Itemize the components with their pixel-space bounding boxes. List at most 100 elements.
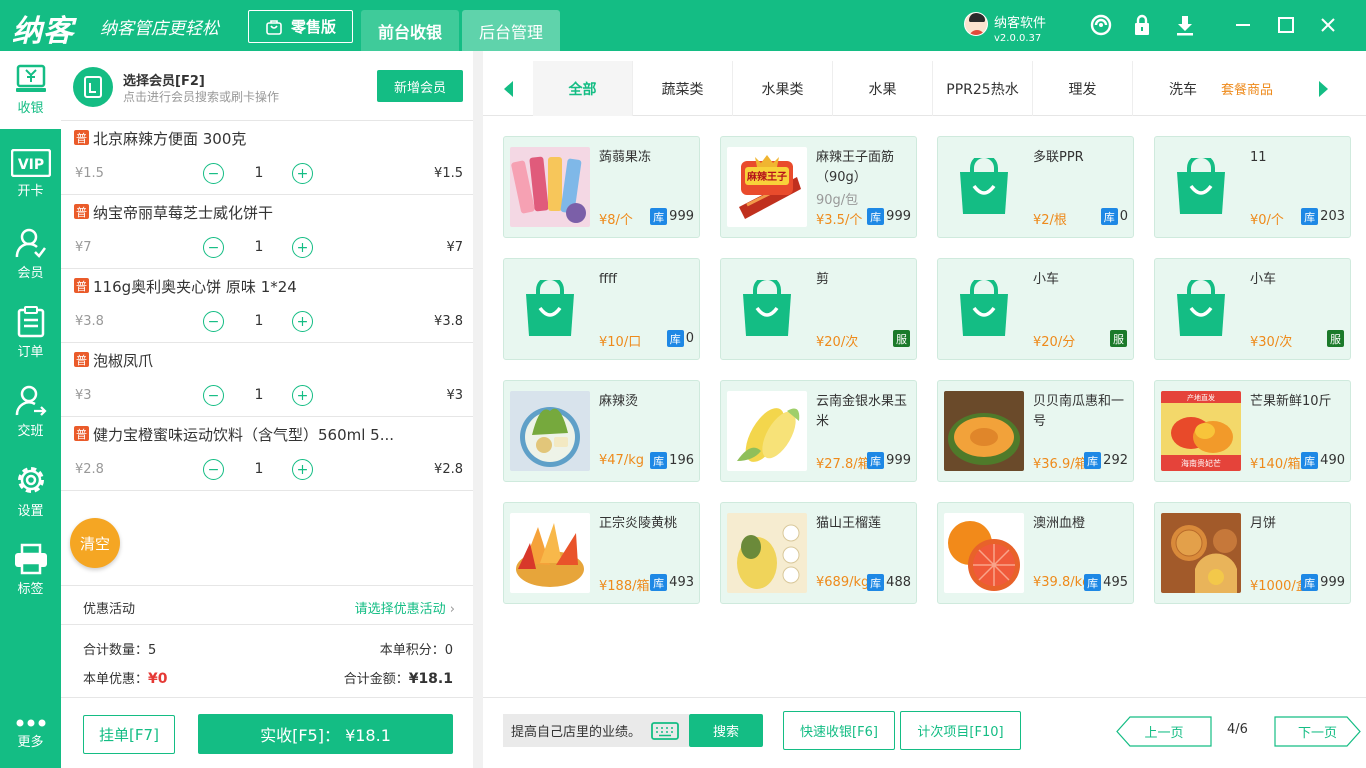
tab-front-cashier[interactable]: 前台收银 xyxy=(361,10,459,51)
download-icon[interactable] xyxy=(1172,12,1198,38)
category-tab[interactable]: PPR25热水 xyxy=(933,61,1033,116)
qty-plus-button[interactable]: + xyxy=(292,163,313,184)
promo-row[interactable]: 优惠活动 请选择优惠活动 › xyxy=(61,585,473,625)
sidebar-item-order[interactable]: 订单 xyxy=(0,294,61,372)
cart-item-qty[interactable]: 1 xyxy=(247,165,271,181)
product-name: 正宗炎陵黄桃 xyxy=(599,516,678,531)
maximize-icon[interactable] xyxy=(1273,12,1299,38)
sidebar-item-opencard[interactable]: VIP 开卡 xyxy=(0,135,61,213)
product-card[interactable]: 蒟蒻果冻 ¥8/个库 999 xyxy=(503,136,700,238)
sidebar-item-shift[interactable]: 交班 xyxy=(0,373,61,451)
product-image xyxy=(944,513,1024,593)
product-card[interactable]: 11 ¥0/个库 203 xyxy=(1154,136,1351,238)
product-stock: 库 495 xyxy=(1084,574,1128,591)
tab-back-office[interactable]: 后台管理 xyxy=(462,10,560,51)
category-tab[interactable]: 洗车 xyxy=(1133,61,1233,116)
qty-minus-button[interactable]: − xyxy=(203,237,224,258)
cart-item[interactable]: 普纳宝帝丽草莓芝士威化饼干 ¥7 − 1 + ¥7 xyxy=(61,195,473,269)
product-card[interactable]: 麻辣烫 ¥47/kg 库 196 xyxy=(503,380,700,482)
cart-item[interactable]: 普泡椒凤爪 ¥3 − 1 + ¥3 xyxy=(61,343,473,417)
qty-plus-button[interactable]: + xyxy=(292,311,313,332)
member-select[interactable]: 选择会员[F2] 点击进行会员搜索或刷卡操作 新增会员 xyxy=(61,51,473,121)
product-stock: 库 493 xyxy=(650,574,694,591)
product-panel: 全部 蔬菜类 水果类 水果 PPR25热水 理发 洗车 套餐商品 蒟蒻果冻 ¥8/个库 999 麻… xyxy=(483,51,1366,768)
user-info[interactable]: 纳客软件 v2.0.0.37 xyxy=(964,12,1046,44)
sidebar-item-member[interactable]: 会员 xyxy=(0,215,61,293)
category-prev-arrow-icon[interactable] xyxy=(483,61,533,116)
qty-minus-button[interactable]: − xyxy=(203,311,224,332)
category-tab[interactable]: 理发 xyxy=(1033,61,1133,116)
cart-item-qty[interactable]: 1 xyxy=(247,387,271,403)
cart-item-total: ¥7 xyxy=(446,240,463,255)
category-tab[interactable]: 蔬菜类 xyxy=(633,61,733,116)
stock-count: 490 xyxy=(1320,453,1345,468)
category-package[interactable]: 套餐商品 xyxy=(1221,61,1273,116)
product-card[interactable]: 产地直发 海南贵妃芒 芒果新鲜10斤 ¥140/箱库 490 xyxy=(1154,380,1351,482)
sidebar-item-settings[interactable]: 设置 xyxy=(0,452,61,530)
edition-button[interactable]: 零售版 xyxy=(248,10,353,43)
cart-item-qty[interactable]: 1 xyxy=(247,313,271,329)
quick-pay-button[interactable]: 快速收银[F6] xyxy=(783,711,895,750)
sidebar-item-label[interactable]: 标签 xyxy=(0,531,61,609)
product-card[interactable]: 剪 ¥20/次 服 xyxy=(720,258,917,360)
qty-minus-button[interactable]: − xyxy=(203,163,224,184)
minimize-icon[interactable] xyxy=(1230,12,1256,38)
next-page-button[interactable]: 下一页 xyxy=(1274,716,1361,747)
product-card[interactable]: 麻辣王子 麻辣王子面筋（90g） 90g/包 ¥3.5/个库 999 xyxy=(720,136,917,238)
service-badge: 服 xyxy=(1110,330,1127,347)
category-next-arrow-icon[interactable] xyxy=(1299,61,1349,116)
add-member-button[interactable]: 新增会员 xyxy=(377,70,463,102)
cart-item-qty[interactable]: 1 xyxy=(247,461,271,477)
qty-plus-button[interactable]: + xyxy=(292,237,313,258)
qty-plus-button[interactable]: + xyxy=(292,459,313,480)
cart-item[interactable]: 普 116g奥利奥夹心饼 原味 1*24 ¥3.8 − 1 + ¥3.8 xyxy=(61,269,473,343)
order-amount-value: ¥18.1 xyxy=(408,671,453,687)
title-bar: 纳客 纳客管店更轻松 零售版 前台收银 后台管理 纳客软件 v2.0.0.37 xyxy=(0,0,1366,51)
product-card[interactable]: 澳洲血橙 ¥39.8/kg 库 495 xyxy=(937,502,1134,604)
sidebar-item-more[interactable]: 更多 xyxy=(0,699,61,768)
stock-badge: 库 xyxy=(1301,452,1319,469)
svg-text:产地直发: 产地直发 xyxy=(1187,393,1215,402)
product-card[interactable]: 云南金银水果玉米 ¥27.8/箱库 999 xyxy=(720,380,917,482)
product-card[interactable]: 月饼 ¥1000/盒库 999 xyxy=(1154,502,1351,604)
product-card[interactable]: 贝贝南瓜惠和一号 ¥36.9/箱库 292 xyxy=(937,380,1134,482)
prev-page-button[interactable]: 上一页 xyxy=(1116,716,1212,747)
category-tab[interactable]: 水果 xyxy=(833,61,933,116)
keyboard-icon[interactable] xyxy=(651,722,679,740)
stock-badge: 库 xyxy=(666,330,684,347)
stock-badge: 库 xyxy=(650,452,668,469)
promo-select-link[interactable]: 请选择优惠活动 › xyxy=(355,598,455,617)
category-tab[interactable]: 水果类 xyxy=(733,61,833,116)
search-button[interactable]: 搜索 xyxy=(689,714,763,747)
product-card[interactable]: 正宗炎陵黄桃 ¥188/箱库 493 xyxy=(503,502,700,604)
cart-item[interactable]: 普健力宝橙蜜味运动饮料（含气型）560ml 5... ¥2.8 − 1 + ¥2.8 xyxy=(61,417,473,491)
count-items-button[interactable]: 计次项目[F10] xyxy=(900,711,1021,750)
settings-icon xyxy=(17,467,44,493)
sidebar-item-cashier[interactable]: 收银 xyxy=(0,51,61,129)
category-tab[interactable]: 全部 xyxy=(533,61,633,116)
cart-item-qty[interactable]: 1 xyxy=(247,239,271,255)
order-amount: 合计金额：¥18.1 xyxy=(344,668,453,687)
hold-order-button[interactable]: 挂单[F7] xyxy=(83,715,175,754)
close-icon[interactable] xyxy=(1315,12,1341,38)
stock-count: 292 xyxy=(1103,453,1128,468)
product-card[interactable]: 多联PPR ¥2/根 库 0 xyxy=(937,136,1134,238)
pay-button[interactable]: 实收[F5]： ¥18.1 xyxy=(198,714,453,754)
qty-plus-button[interactable]: + xyxy=(292,385,313,406)
product-card[interactable]: ffff ¥10/口 库 0 xyxy=(503,258,700,360)
cart-item-price: ¥3 xyxy=(75,388,92,403)
cart-item-name: 健力宝橙蜜味运动饮料（含气型）560ml 5... xyxy=(93,426,395,444)
sync-icon[interactable] xyxy=(1088,12,1114,38)
cart-item[interactable]: 普北京麻辣方便面 300克 ¥1.5 − 1 + ¥1.5 xyxy=(61,121,473,195)
qty-minus-button[interactable]: − xyxy=(203,459,224,480)
qty-minus-button[interactable]: − xyxy=(203,385,224,406)
stock-count: 495 xyxy=(1103,575,1128,590)
lock-icon[interactable] xyxy=(1129,12,1155,38)
order-discount: 本单优惠：¥0 xyxy=(83,668,168,687)
product-card[interactable]: 猫山王榴莲 ¥689/kg 库 488 xyxy=(720,502,917,604)
stock-badge: 库 xyxy=(1301,574,1319,591)
product-card[interactable]: 小车 ¥20/分 服 xyxy=(937,258,1134,360)
cart-item-name: 北京麻辣方便面 300克 xyxy=(93,130,247,148)
clear-cart-button[interactable]: 清空 xyxy=(70,518,120,568)
product-card[interactable]: 小车 ¥30/次 服 xyxy=(1154,258,1351,360)
